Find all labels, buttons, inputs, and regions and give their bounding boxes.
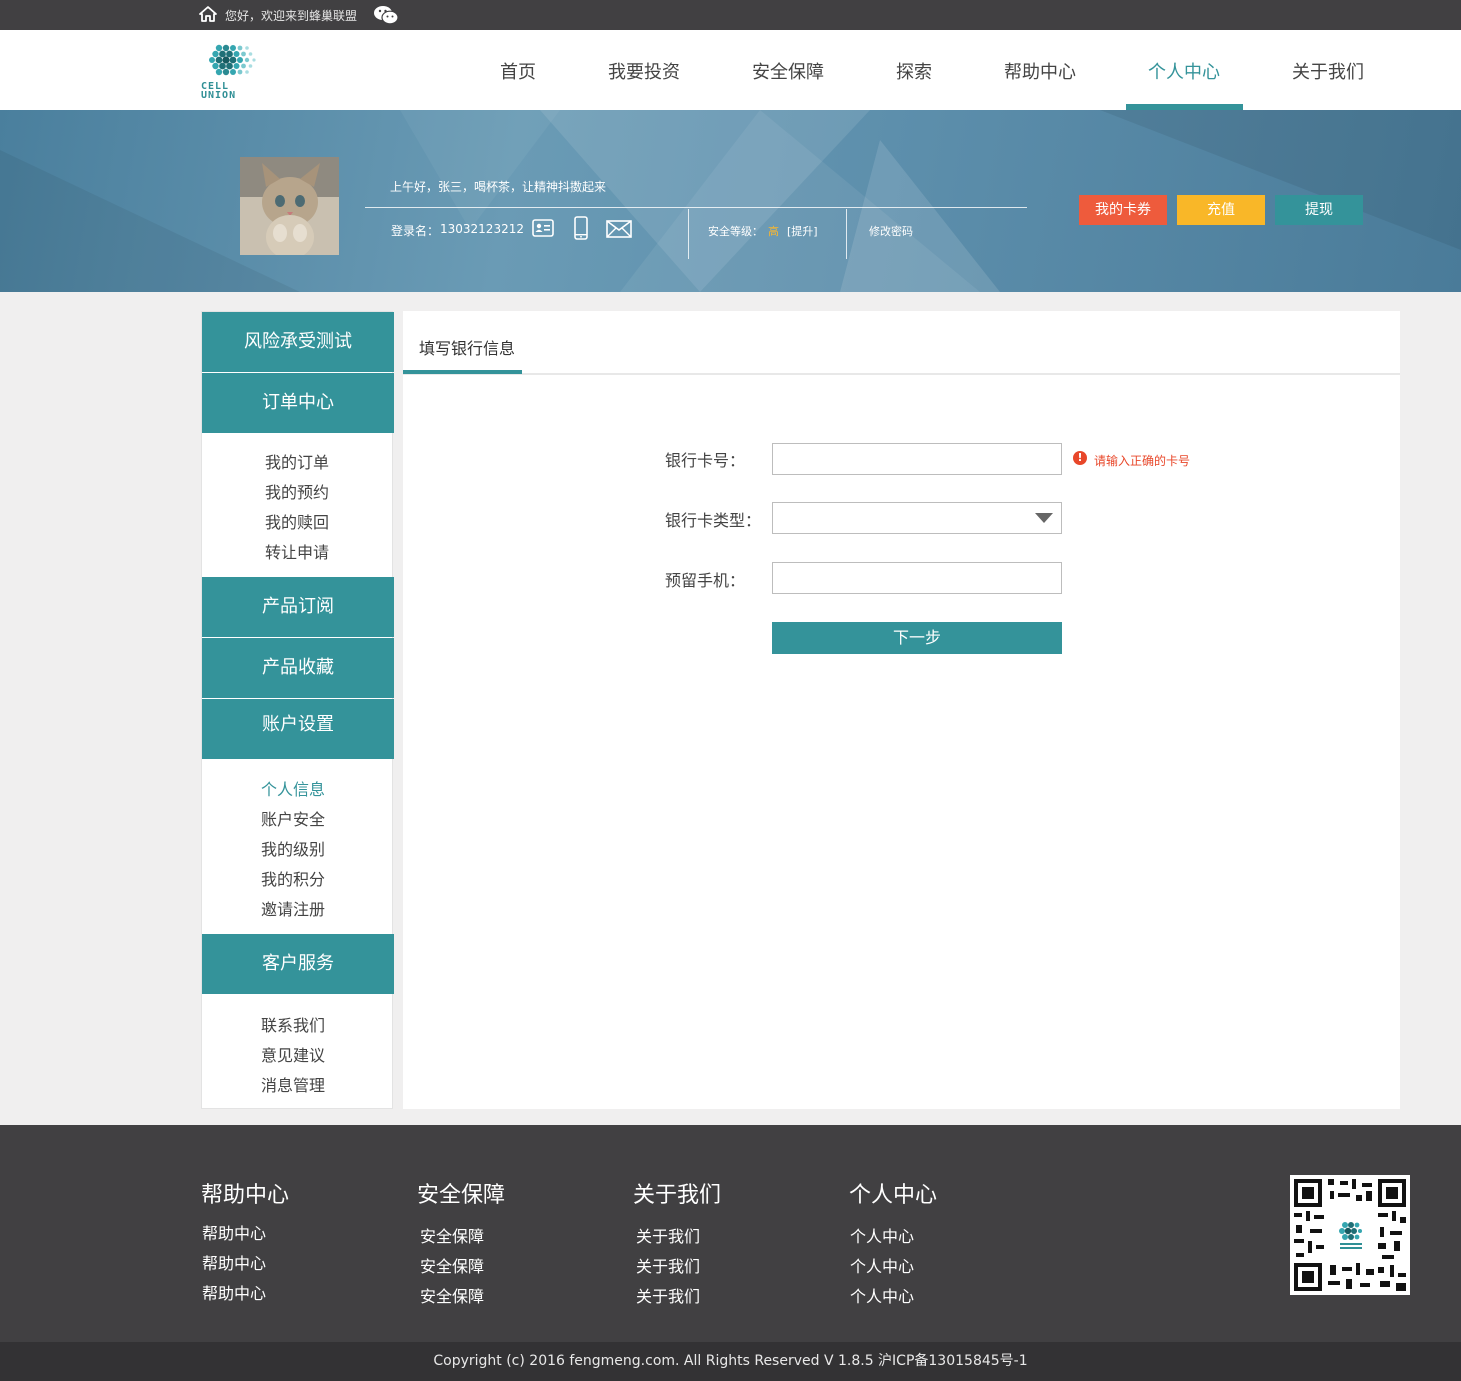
- nav-security[interactable]: 安全保障: [752, 58, 824, 84]
- sidebar: 风险承受测试 订单中心 我的订单 我的预约 我的赎回 转让申请 产品订阅 产品收…: [201, 311, 394, 1109]
- footer-link[interactable]: 关于我们: [636, 1283, 700, 1307]
- top-bar: 您好，欢迎来到蜂巢联盟: [0, 0, 1461, 30]
- tab-divider: [403, 373, 1400, 375]
- sidebar-risk-test[interactable]: 风险承受测试: [202, 312, 394, 372]
- header: CELL UNION 首页 我要投资 安全保障 探索 帮助中心 个人中心 关于我…: [0, 30, 1461, 110]
- banner-divider: [365, 207, 1027, 208]
- home-icon[interactable]: [199, 5, 217, 23]
- sidebar-customer-service[interactable]: 客户服务: [202, 934, 394, 994]
- error-icon: !: [1073, 451, 1087, 465]
- sidebar-item-my-orders[interactable]: 我的订单: [265, 449, 329, 473]
- footer: 帮助中心 帮助中心 帮助中心 帮助中心 安全保障 安全保障 安全保障 安全保障 …: [0, 1125, 1461, 1342]
- security-level-label: 安全等级：: [708, 225, 763, 238]
- bank-info-panel: 填写银行信息 银行卡号： ! 请输入正确的卡号 银行卡类型： 预留手机： 下一步: [403, 311, 1400, 1109]
- footer-heading-security: 安全保障: [417, 1183, 506, 1208]
- my-coupons-button[interactable]: 我的卡券: [1079, 195, 1167, 225]
- sidebar-item-my-points[interactable]: 我的积分: [261, 866, 325, 890]
- welcome-text: 您好，欢迎来到蜂巢联盟: [225, 9, 358, 23]
- sidebar-item-personal-info[interactable]: 个人信息: [261, 776, 325, 800]
- banner-separator: [846, 209, 847, 259]
- security-level-value: 高: [768, 225, 779, 238]
- sidebar-item-account-security[interactable]: 账户安全: [261, 806, 325, 830]
- footer-link[interactable]: 帮助中心: [202, 1250, 266, 1274]
- footer-heading-personal: 个人中心: [849, 1183, 938, 1208]
- login-name-label: 登录名：: [391, 224, 440, 238]
- nav-home[interactable]: 首页: [500, 58, 536, 84]
- login-name-value: 13032123212: [440, 222, 524, 236]
- card-number-input[interactable]: [772, 443, 1062, 475]
- sidebar-product-favorites[interactable]: 产品收藏: [202, 638, 394, 698]
- tab-active-indicator: [403, 370, 522, 374]
- greeting-text: 上午好，张三，喝杯茶，让精神抖擞起来: [390, 180, 607, 194]
- avatar[interactable]: [240, 157, 339, 255]
- copyright-text: Copyright (c) 2016 fengmeng.com. All Rig…: [0, 1342, 1461, 1381]
- sidebar-item-feedback[interactable]: 意见建议: [261, 1042, 325, 1066]
- footer-heading-help: 帮助中心: [201, 1183, 290, 1208]
- tab-bank-info[interactable]: 填写银行信息: [419, 335, 515, 359]
- sidebar-account-settings[interactable]: 账户设置: [202, 699, 394, 759]
- wechat-icon[interactable]: [373, 5, 399, 25]
- reserved-phone-input[interactable]: [772, 562, 1062, 594]
- card-type-select[interactable]: [772, 502, 1062, 534]
- card-type-label: 银行卡类型：: [665, 511, 762, 530]
- footer-link[interactable]: 帮助中心: [202, 1220, 266, 1244]
- withdraw-button[interactable]: 提现: [1275, 195, 1363, 225]
- nav-invest[interactable]: 我要投资: [608, 58, 680, 84]
- sidebar-item-transfer-request[interactable]: 转让申请: [265, 539, 329, 563]
- footer-link[interactable]: 个人中心: [850, 1283, 914, 1307]
- sidebar-item-contact-us[interactable]: 联系我们: [261, 1012, 325, 1036]
- phone-icon[interactable]: [574, 216, 588, 240]
- logo-text: CELL UNION: [201, 81, 237, 101]
- next-step-button[interactable]: 下一步: [772, 622, 1062, 654]
- security-upgrade-link[interactable]: [提升]: [787, 223, 818, 239]
- sidebar-item-my-level[interactable]: 我的级别: [261, 836, 325, 860]
- chevron-down-icon: [1035, 513, 1053, 523]
- nav-personal-center[interactable]: 个人中心: [1148, 58, 1220, 84]
- footer-link[interactable]: 关于我们: [636, 1223, 700, 1247]
- card-number-label: 银行卡号：: [665, 451, 746, 470]
- change-password-link[interactable]: 修改密码: [869, 223, 913, 239]
- card-number-error: 请输入正确的卡号: [1094, 454, 1191, 468]
- footer-link[interactable]: 个人中心: [850, 1223, 914, 1247]
- sidebar-item-message-management[interactable]: 消息管理: [261, 1072, 325, 1096]
- footer-link[interactable]: 帮助中心: [202, 1280, 266, 1304]
- reserved-phone-label: 预留手机：: [665, 571, 746, 590]
- mail-icon[interactable]: [606, 220, 632, 238]
- recharge-button[interactable]: 充值: [1177, 195, 1265, 225]
- sidebar-item-invite-register[interactable]: 邀请注册: [261, 896, 325, 920]
- id-card-icon[interactable]: [532, 219, 554, 237]
- sidebar-product-subscription[interactable]: 产品订阅: [202, 577, 394, 637]
- footer-link[interactable]: 安全保障: [420, 1283, 484, 1307]
- banner-separator: [688, 209, 689, 259]
- qr-code-icon: [1290, 1175, 1410, 1295]
- sidebar-order-center[interactable]: 订单中心: [202, 373, 394, 433]
- sidebar-item-my-reservations[interactable]: 我的预约: [265, 479, 329, 503]
- footer-link[interactable]: 个人中心: [850, 1253, 914, 1277]
- user-banner: 上午好，张三，喝杯茶，让精神抖擞起来 登录名： 13032123212 安全等级…: [0, 110, 1461, 292]
- nav-about[interactable]: 关于我们: [1292, 58, 1364, 84]
- nav-help[interactable]: 帮助中心: [1004, 58, 1076, 84]
- footer-link[interactable]: 安全保障: [420, 1253, 484, 1277]
- sidebar-item-my-redemptions[interactable]: 我的赎回: [265, 509, 329, 533]
- footer-heading-about: 关于我们: [633, 1183, 722, 1208]
- nav-explore[interactable]: 探索: [896, 58, 932, 84]
- footer-link[interactable]: 关于我们: [636, 1253, 700, 1277]
- footer-link[interactable]: 安全保障: [420, 1223, 484, 1247]
